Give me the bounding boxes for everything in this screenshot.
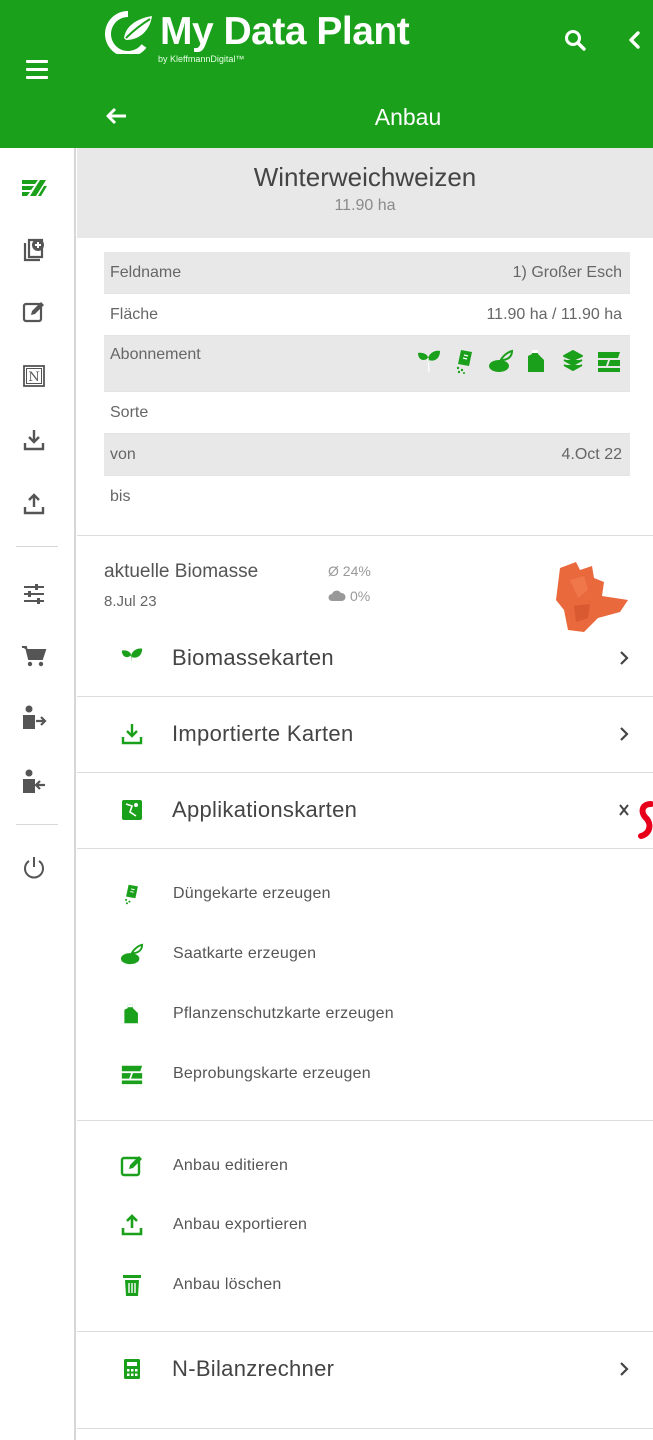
info-row-flaeche: Fläche 11.90 ha / 11.90 ha (104, 294, 630, 336)
section-divider (77, 848, 653, 849)
application-map-icon (119, 797, 145, 823)
info-label: Sorte (110, 403, 149, 421)
action-label: Anbau editieren (173, 1157, 289, 1174)
cloud-cover: 0% (328, 588, 370, 604)
action-label: Saatkarte erzeugen (173, 945, 317, 962)
info-row-von: von 4.Oct 22 (104, 434, 630, 476)
section-divider (77, 535, 653, 536)
section-divider (77, 1428, 653, 1429)
edit-icon[interactable] (20, 298, 48, 326)
sidebar-divider (16, 546, 58, 547)
annotation-scribble-icon (638, 801, 653, 839)
info-value: 11.90 ha / 11.90 ha (486, 305, 622, 323)
action-anbau-exportieren[interactable]: Anbau exportieren (77, 1203, 653, 1247)
cloud-cover-value: 0% (350, 588, 371, 604)
menu-label: Importierte Karten (172, 721, 354, 746)
download-icon (119, 721, 145, 747)
biomass-leaf-icon (418, 350, 440, 373)
biomass-date: 8.Jul 23 (104, 593, 157, 610)
cart-icon[interactable] (20, 642, 48, 670)
crop-name: Winterweichweizen (253, 162, 477, 192)
section-divider (77, 1120, 653, 1121)
info-row-sorte: Sorte (104, 392, 630, 434)
fertilizer-bag-icon (456, 350, 472, 374)
cloud-icon (328, 590, 346, 601)
info-row-abonnement: Abonnement (104, 336, 630, 392)
app-subtitle: by KleffmannDigital™ (158, 54, 245, 64)
field-info-table: Feldname 1) Großer Esch Fläche 11.90 ha … (104, 252, 630, 518)
info-label: Fläche (110, 305, 159, 323)
close-icon (619, 804, 629, 816)
subscription-icons (416, 348, 622, 374)
upload-icon[interactable] (20, 490, 48, 518)
action-beprobungskarte[interactable]: Beprobungskarte erzeugen (77, 1052, 653, 1096)
menu-n-bilanzrechner[interactable]: N-Bilanzrechner (77, 1331, 653, 1407)
action-duengekarte[interactable]: Düngekarte erzeugen (77, 872, 653, 916)
spray-bottle-icon (528, 350, 544, 372)
calculator-icon (119, 1356, 145, 1382)
user-logout-icon[interactable] (20, 704, 48, 732)
edit-icon (119, 1152, 145, 1180)
crop-header: Winterweichweizen 11.90 ha (77, 148, 653, 238)
menu-biomassekarten[interactable]: Biomassekarten (77, 620, 653, 696)
action-anbau-editieren[interactable]: Anbau editieren (77, 1144, 653, 1188)
sidebar-divider (16, 824, 58, 825)
action-pflanzenschutzkarte[interactable]: Pflanzenschutzkarte erzeugen (77, 992, 653, 1036)
app-header: My Data Plant by KleffmannDigital™ Anbau (0, 0, 653, 148)
action-label: Beprobungskarte erzeugen (173, 1065, 371, 1082)
action-label: Anbau löschen (173, 1276, 282, 1293)
upload-icon (119, 1211, 145, 1239)
menu-icon[interactable] (26, 60, 48, 80)
layers-icon (563, 350, 583, 371)
info-value: 1) Großer Esch (512, 263, 622, 281)
fertilizer-bag-icon (119, 880, 145, 908)
fields-icon[interactable] (20, 174, 48, 202)
action-label: Pflanzenschutzkarte erzeugen (173, 1005, 394, 1022)
menu-label: Biomassekarten (172, 645, 334, 670)
info-value: 4.Oct 22 (561, 445, 622, 463)
seed-sprout-icon (489, 349, 514, 372)
arrow-left-icon[interactable] (104, 104, 130, 128)
sidebar: N (0, 148, 76, 1440)
info-label: von (110, 445, 136, 463)
page-title: Anbau (374, 104, 442, 130)
chevron-right-icon (620, 651, 629, 665)
info-row-bis: bis (104, 476, 630, 518)
action-label: Düngekarte erzeugen (173, 885, 331, 902)
info-label: Feldname (110, 263, 182, 281)
menu-applikationskarten[interactable]: Applikationskarten (77, 772, 653, 848)
spray-bottle-icon (119, 1000, 145, 1028)
download-icon[interactable] (20, 426, 48, 454)
power-icon[interactable] (20, 854, 48, 882)
menu-importierte-karten[interactable]: Importierte Karten (77, 696, 653, 772)
crop-area: 11.90 ha (334, 197, 396, 214)
biomass-average: Ø 24% (328, 563, 371, 579)
menu-label: Applikationskarten (172, 797, 358, 822)
action-saatkarte[interactable]: Saatkarte erzeugen (77, 932, 653, 976)
n-box-icon[interactable]: N (20, 362, 48, 390)
chevron-right-icon (620, 727, 629, 741)
search-icon[interactable] (563, 28, 587, 52)
seed-sprout-icon (119, 940, 145, 968)
info-row-feldname: Feldname 1) Großer Esch (104, 252, 630, 294)
user-login-icon[interactable] (20, 768, 48, 796)
trash-icon (119, 1271, 145, 1299)
info-label: bis (110, 488, 131, 505)
sampling-map-icon (598, 352, 620, 372)
chevron-right-icon (620, 1362, 629, 1376)
svg-text:N: N (28, 370, 39, 385)
biomass-leaf-icon (119, 645, 145, 671)
logo-leaf-icon (105, 11, 152, 54)
action-label: Anbau exportieren (173, 1216, 308, 1233)
app-logo: My Data Plant (104, 10, 410, 70)
action-anbau-loeschen[interactable]: Anbau löschen (77, 1263, 653, 1307)
sliders-icon[interactable] (20, 580, 48, 608)
sampling-map-icon (119, 1060, 145, 1088)
app-name: My Data Plant (160, 10, 410, 53)
chevron-left-icon[interactable] (624, 28, 644, 52)
biomass-label: aktuelle Biomasse (104, 561, 259, 582)
add-document-icon[interactable] (20, 236, 48, 264)
menu-label: N-Bilanzrechner (172, 1356, 335, 1381)
info-label: Abonnement (110, 346, 201, 363)
